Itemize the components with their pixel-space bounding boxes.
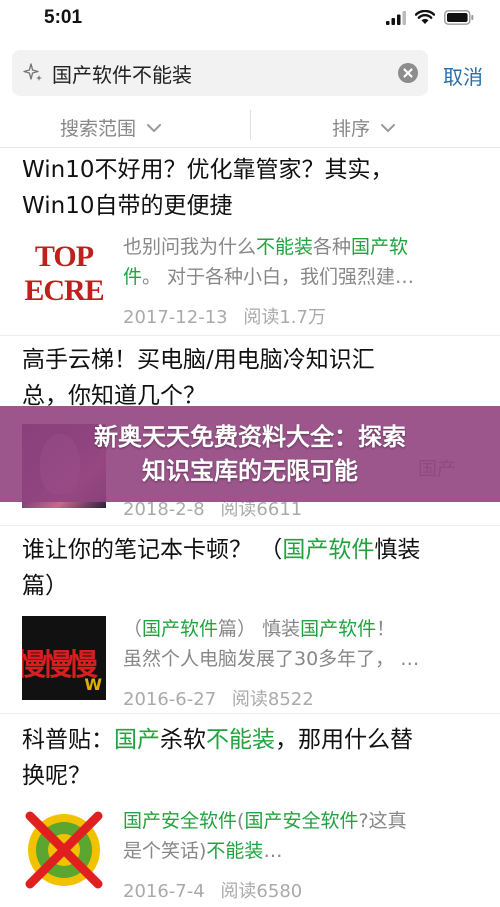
result-title[interactable]: 高手云梯！买电脑/用电脑冷知识汇 总，你知道几个？ [22,342,482,414]
sort-filter-label: 排序 [332,118,371,140]
result-thumbnail [22,808,106,892]
result-snippet: （国产软件篇） 慎装国产软件！ 虽然个人电脑发展了30多年了， … [123,618,420,670]
overlay-banner: 新奥天天免费资料大全：探索 知识宝库的无限可能 [0,406,500,502]
result-date: 2016-6-27 [123,689,217,710]
result-thumbnail: 慢慢慢 W [22,616,106,700]
search-result[interactable]: 谁让你的笔记本卡顿？ （国产软件慎装 篇） 慢慢慢 W （国产软件篇） 慎装国产… [0,528,500,714]
result-title[interactable]: 科普贴：国产杀软不能装，那用什么替 换呢？ [22,722,482,794]
status-icons [386,10,474,25]
crossed-out-logo-icon [25,811,103,889]
result-snippet: 也别问我为什么不能装各种国产软 件。 对于各种小白，我们强烈建… [123,236,415,288]
cancel-button[interactable]: 取消 [443,61,483,90]
signal-icon [386,10,406,25]
battery-icon [444,10,474,25]
result-meta: 2016-7-4 阅读6580 [123,877,302,903]
search-box[interactable] [12,50,428,96]
search-input[interactable] [52,50,392,96]
search-result[interactable]: 科普贴：国产杀软不能装，那用什么替 换呢？ 国产安全软件(国产安全软件?这真 是… [0,716,500,907]
filter-bar: 搜索范围 排序 [0,104,500,148]
filter-divider [250,110,251,140]
result-date: 2016-7-4 [123,881,205,902]
scope-filter-label: 搜索范围 [60,118,137,140]
result-meta: 2017-12-13 阅读1.7万 [123,303,326,329]
search-row: 取消 [0,40,500,104]
chevron-down-icon [147,123,162,132]
result-title[interactable]: 谁让你的笔记本卡顿？ （国产软件慎装 篇） [22,532,482,604]
result-date: 2018-2-8 [123,499,205,520]
wifi-icon [415,10,435,24]
clear-search-button[interactable] [398,63,418,83]
scope-filter[interactable]: 搜索范围 [60,114,162,141]
sparkle-icon [23,63,42,81]
overlay-text: 新奥天天免费资料大全：探索 知识宝库的无限可能 [94,423,406,485]
status-time: 5:01 [44,7,83,28]
result-title[interactable]: Win10不好用？优化靠管家？其实， Win10自带的更便捷 [22,152,482,224]
result-meta: 2016-6-27 阅读8522 [123,685,314,711]
chevron-down-icon [381,123,396,132]
sort-filter[interactable]: 排序 [332,114,396,141]
result-reads: 阅读8522 [231,689,314,710]
result-snippet: 国产安全软件(国产安全软件?这真 是个笑话)不能装… [123,810,407,862]
result-date: 2017-12-13 [123,307,228,328]
search-result[interactable]: Win10不好用？优化靠管家？其实， Win10自带的更便捷 TOP ECRE … [0,150,500,336]
result-reads: 阅读6580 [220,881,303,902]
status-bar: 5:01 [0,0,500,40]
result-reads: 阅读1.7万 [243,307,326,328]
result-thumbnail: TOP ECRE [22,234,106,318]
close-icon [403,68,413,78]
result-reads: 阅读6611 [220,499,303,520]
